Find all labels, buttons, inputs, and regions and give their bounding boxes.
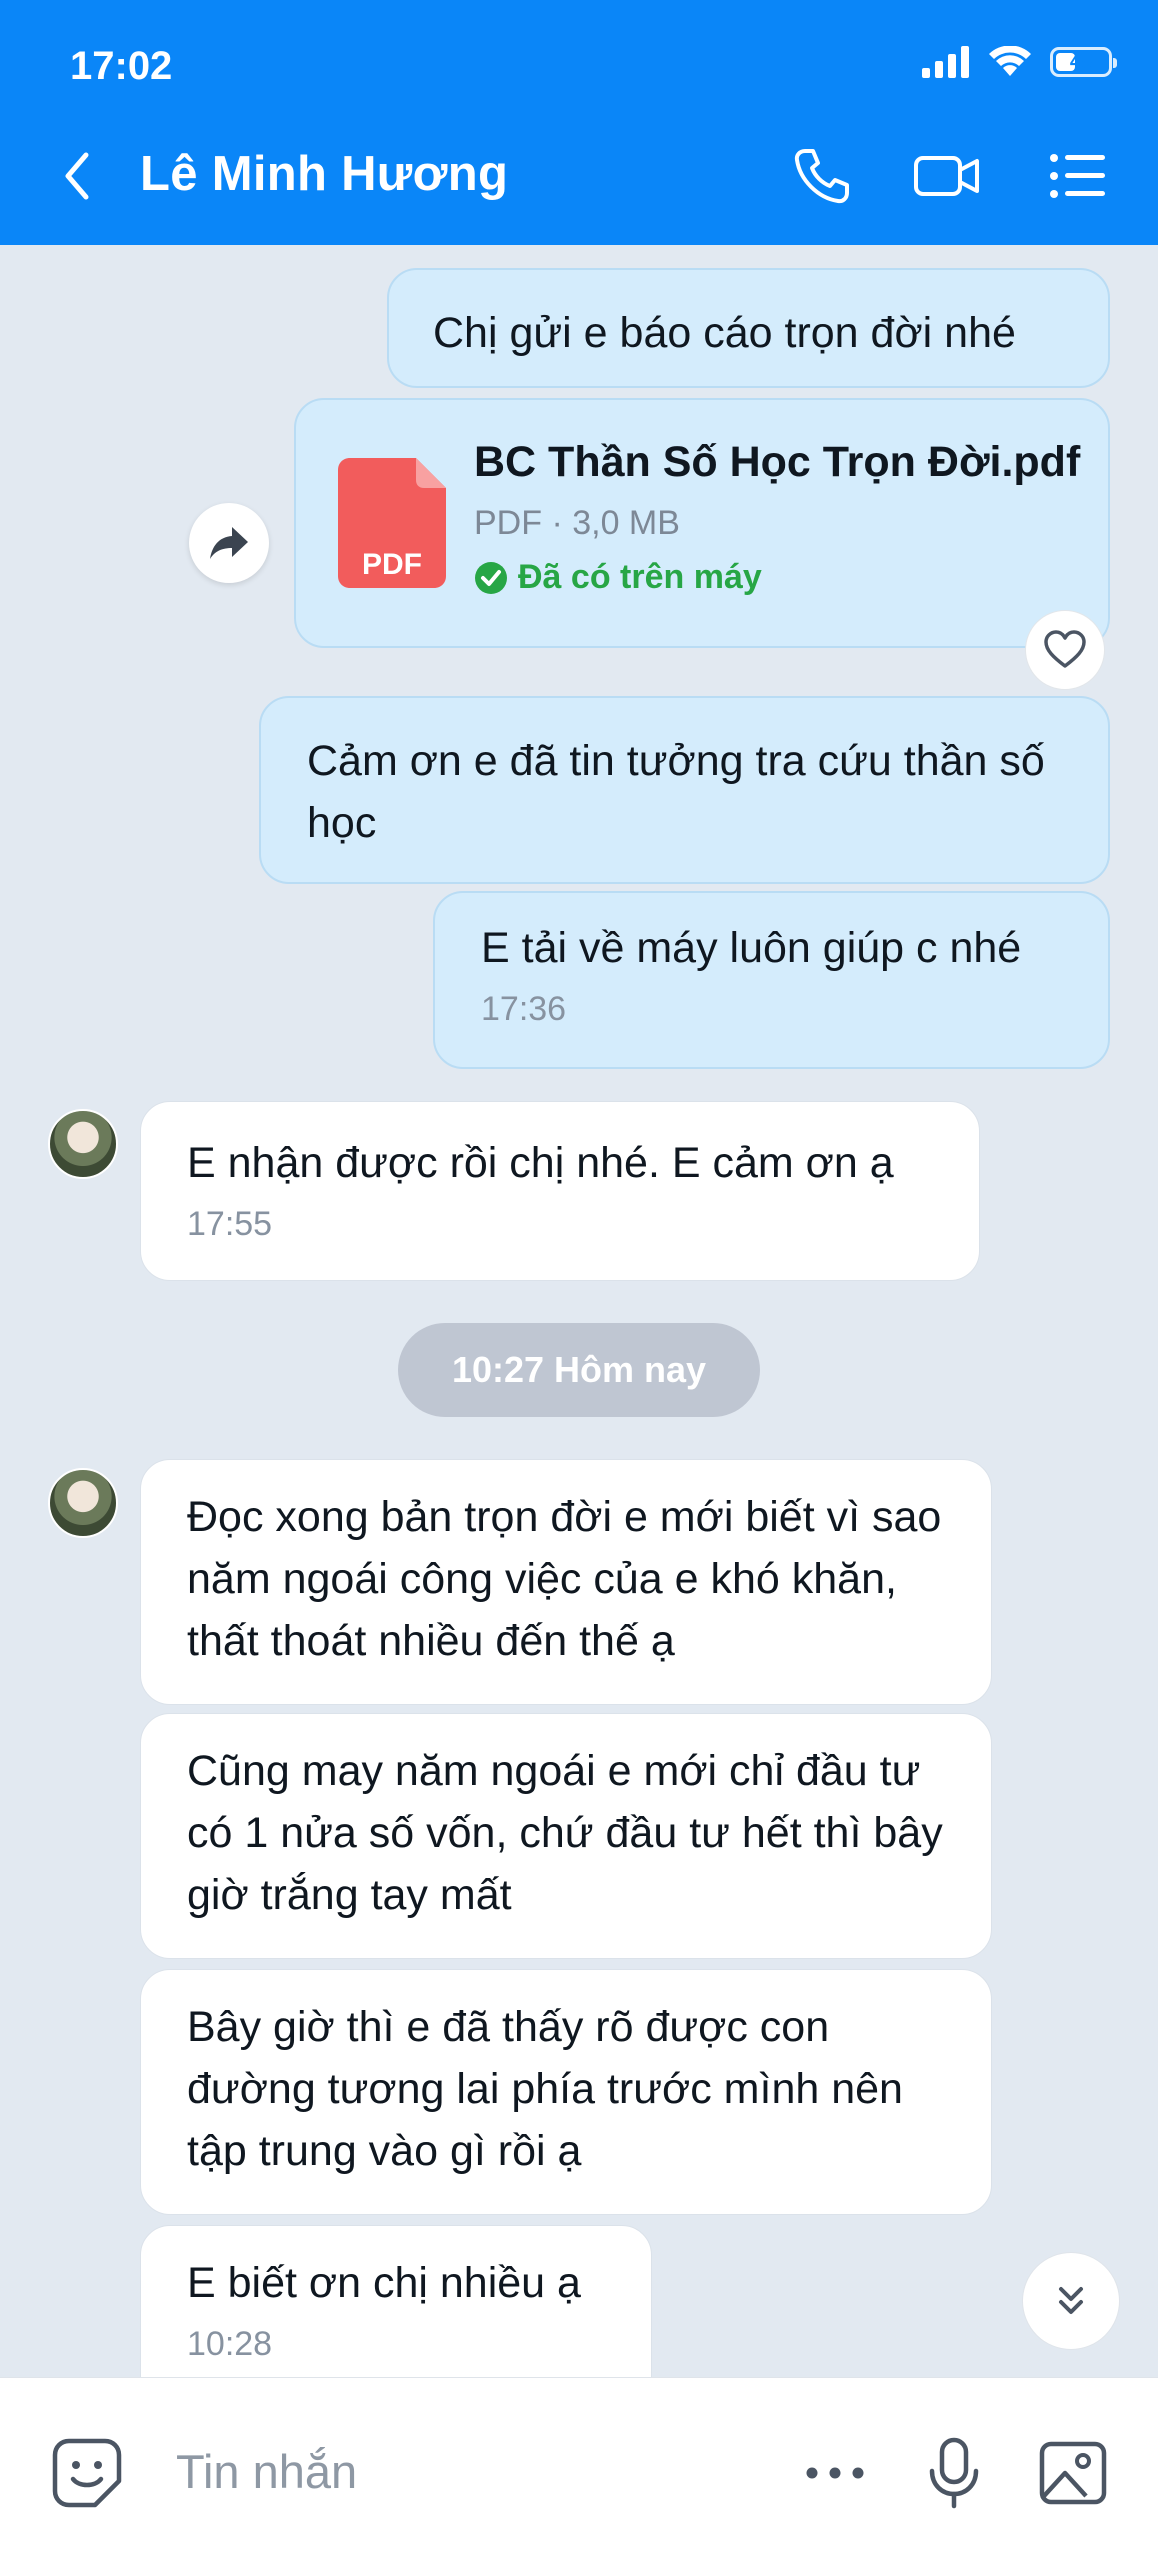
more-button[interactable] bbox=[796, 2434, 874, 2512]
avatar[interactable] bbox=[48, 1468, 118, 1538]
message-text: Chị gửi e báo cáo trọn đời nhé bbox=[433, 309, 1016, 357]
signal-icon bbox=[922, 46, 969, 78]
message-time: 10:28 bbox=[187, 2325, 273, 2363]
message-text: E nhận được rồi chị nhé. E cảm ơn ạ bbox=[187, 1139, 894, 1187]
status-time: 17:02 bbox=[70, 44, 173, 88]
message-text: E biết ơn chị nhiều ạ bbox=[187, 2259, 581, 2307]
voice-message-button[interactable] bbox=[915, 2434, 993, 2512]
more-dots-icon bbox=[806, 2467, 864, 2479]
message-text: E tải về máy luôn giúp c nhé bbox=[481, 924, 1022, 972]
avatar[interactable] bbox=[48, 1109, 118, 1179]
check-circle-icon bbox=[475, 561, 507, 594]
message-input-bar: Tin nhắn bbox=[0, 2377, 1158, 2561]
sticker-button[interactable] bbox=[48, 2434, 126, 2512]
message-bubble-sent[interactable]: E tải về máy luôn giúp c nhé 17:36 bbox=[433, 891, 1110, 1069]
file-status-text: Đã có trên máy bbox=[518, 558, 762, 596]
react-button[interactable] bbox=[1025, 610, 1105, 690]
microphone-icon bbox=[929, 2437, 979, 2509]
message-input[interactable]: Tin nhắn bbox=[176, 2442, 776, 2502]
message-bubble-received[interactable]: Cũng may năm ngoái e mới chỉ đầu tư có 1… bbox=[140, 1713, 992, 1959]
message-time: 17:36 bbox=[481, 990, 567, 1028]
message-text: Cũng may năm ngoái e mới chỉ đầu tư có 1… bbox=[187, 1747, 943, 1919]
video-camera-icon bbox=[914, 156, 979, 196]
image-icon bbox=[1039, 2441, 1107, 2505]
file-meta: PDF · 3,0 MB bbox=[474, 504, 680, 542]
file-attachment-bubble[interactable]: PDF BC Thần Số Học Trọn Đời.pdf PDF · 3,… bbox=[294, 398, 1110, 648]
message-bubble-received[interactable]: Đọc xong bản trọn đời e mới biết vì sao … bbox=[140, 1459, 992, 1705]
message-text: Bây giờ thì e đã thấy rõ được con đường … bbox=[187, 2003, 903, 2175]
scroll-to-bottom-button[interactable] bbox=[1022, 2252, 1120, 2350]
message-bubble-sent[interactable]: Chị gửi e báo cáo trọn đời nhé bbox=[387, 268, 1110, 388]
heart-icon bbox=[1044, 630, 1086, 668]
file-name: BC Thần Số Học Trọn Đời.pdf bbox=[474, 438, 1081, 486]
message-text: Cảm ơn e đã tin tưởng tra cứu thần số họ… bbox=[307, 737, 1045, 847]
file-status: Đã có trên máy bbox=[474, 558, 762, 597]
menu-button[interactable] bbox=[1042, 145, 1112, 207]
battery-nub bbox=[1113, 58, 1117, 68]
battery-icon: 45 bbox=[1050, 47, 1117, 77]
back-button[interactable] bbox=[52, 148, 102, 204]
share-forward-icon bbox=[210, 527, 248, 559]
message-bubble-received[interactable]: E nhận được rồi chị nhé. E cảm ơn ạ 17:5… bbox=[140, 1101, 980, 1281]
voice-call-button[interactable] bbox=[787, 145, 857, 207]
share-button[interactable] bbox=[189, 503, 269, 583]
phone-icon bbox=[794, 149, 849, 204]
message-time: 17:55 bbox=[187, 1205, 273, 1243]
list-menu-icon bbox=[1050, 154, 1105, 198]
date-separator: 10:27 Hôm nay bbox=[398, 1323, 760, 1417]
chat-header: 17:02 45 Lê Minh Hương bbox=[0, 0, 1158, 245]
chevron-left-icon bbox=[65, 152, 89, 200]
battery-level: 45 bbox=[1069, 51, 1093, 73]
message-bubble-sent[interactable]: Cảm ơn e đã tin tưởng tra cứu thần số họ… bbox=[259, 696, 1110, 884]
double-chevron-down-icon bbox=[1059, 2287, 1083, 2314]
send-image-button[interactable] bbox=[1034, 2434, 1112, 2512]
pdf-label: PDF bbox=[362, 548, 422, 581]
video-call-button[interactable] bbox=[912, 145, 982, 207]
status-icons: 45 bbox=[922, 46, 1117, 78]
message-bubble-received[interactable]: Bây giờ thì e đã thấy rõ được con đường … bbox=[140, 1969, 992, 2215]
contact-name[interactable]: Lê Minh Hương bbox=[140, 146, 508, 202]
message-text: Đọc xong bản trọn đời e mới biết vì sao … bbox=[187, 1493, 942, 1665]
sticker-icon bbox=[52, 2438, 122, 2508]
wifi-icon bbox=[989, 46, 1031, 76]
